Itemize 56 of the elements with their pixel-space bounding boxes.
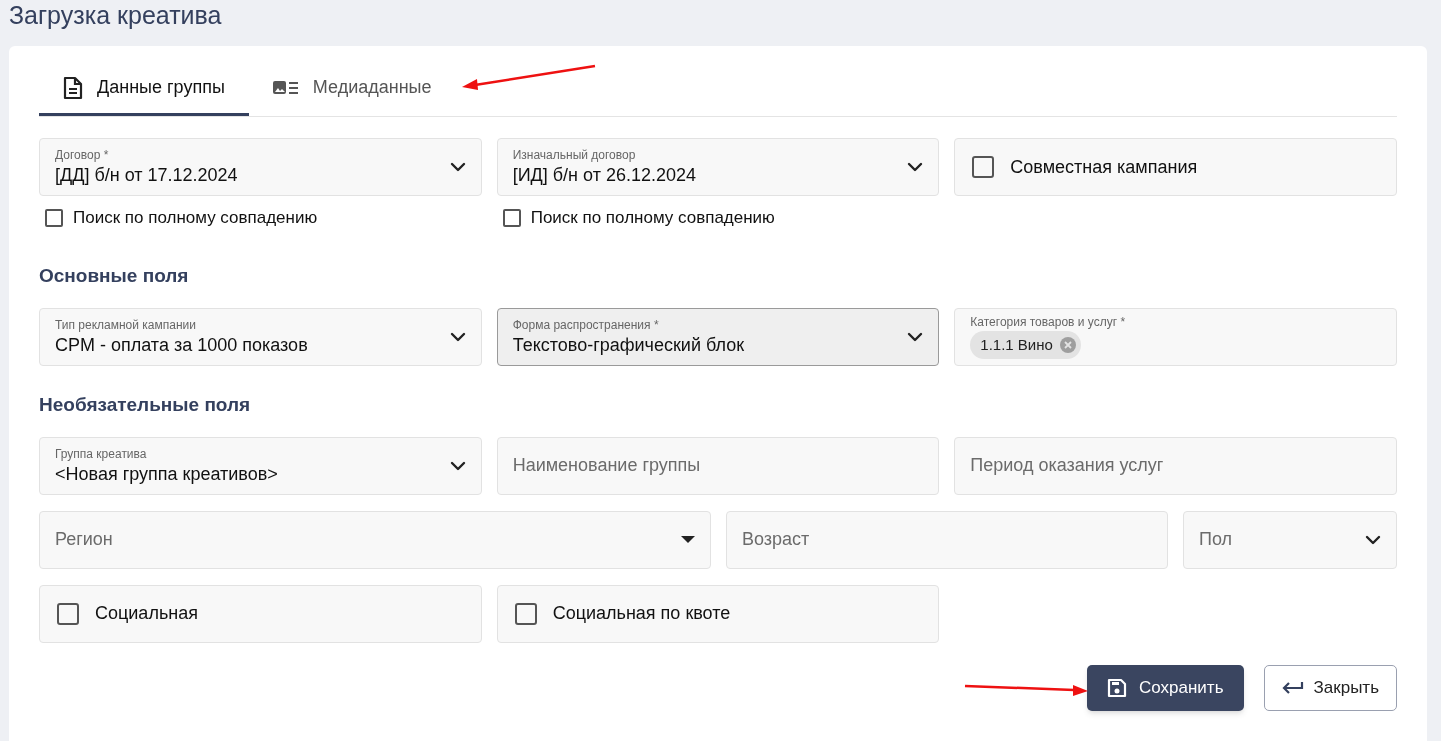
- section-heading: Необязательные поля: [39, 392, 252, 417]
- select-field[interactable]: Пол: [1183, 510, 1397, 569]
- document-icon: [63, 75, 83, 100]
- field-label: Договор *: [55, 147, 110, 163]
- field-label: Форма распространения *: [512, 316, 660, 333]
- checkbox-field[interactable]: Социальная по квоте: [496, 584, 940, 643]
- chevron-down-icon: [449, 460, 466, 471]
- checkbox[interactable]: [45, 208, 63, 227]
- chevron-down-icon: [449, 162, 466, 172]
- field-label: Изначальный договор: [512, 147, 637, 163]
- checkbox-label: Совместная кампания: [1010, 155, 1198, 179]
- tab[interactable]: Медиаданные: [248, 62, 456, 116]
- field-label: Категория товаров и услуг *: [970, 314, 1126, 330]
- section-heading: Основные поля: [39, 263, 190, 288]
- field-placeholder: Регион: [55, 528, 113, 551]
- checkbox[interactable]: [502, 208, 521, 227]
- checkbox-field[interactable]: Совместная кампания: [954, 138, 1397, 196]
- field-value: [ДД] б/н от 17.12.2024: [55, 164, 238, 187]
- input-field[interactable]: Возраст: [726, 510, 1168, 569]
- input-field[interactable]: Наименование группы: [496, 436, 940, 495]
- tab[interactable]: Данные группы: [39, 62, 249, 116]
- checkbox-label: Социальная: [95, 602, 198, 625]
- checkbox-field[interactable]: Социальная: [39, 584, 482, 643]
- chevron-down-icon: [907, 162, 924, 172]
- checkbox-label: Поиск по полному совпадению: [530, 207, 775, 229]
- checkbox-label: Поиск по полному совпадению: [73, 207, 318, 229]
- save-button[interactable]: Сохранить: [1087, 664, 1244, 711]
- input-field[interactable]: Период оказания услуг: [954, 436, 1397, 495]
- page-title: Загрузка креатива: [8, 0, 223, 30]
- select-field[interactable]: Форма распространения * Текстово-графический блок: [496, 307, 940, 366]
- caret-down-icon: [681, 536, 695, 543]
- select-field[interactable]: Договор * [ДД] б/н от 17.12.2024: [39, 138, 482, 196]
- chevron-down-icon: [907, 331, 924, 342]
- checkbox[interactable]: [514, 602, 537, 625]
- close-button[interactable]: Закрыть: [1263, 664, 1397, 711]
- checkbox[interactable]: [57, 602, 79, 625]
- field-value: Текстово-графический блок: [512, 333, 745, 357]
- select-field[interactable]: Группа креатива <Новая группа креативов>: [39, 436, 482, 495]
- combo-box[interactable]: Регион: [39, 510, 711, 569]
- checkbox-label: Социальная по квоте: [552, 602, 731, 625]
- field-placeholder: Пол: [1199, 528, 1233, 551]
- image-list-icon: [272, 79, 299, 96]
- return-arrow-icon: [1281, 680, 1304, 695]
- multi-select-field[interactable]: Категория товаров и услуг * 1.1.1 Вино: [954, 307, 1397, 366]
- select-field[interactable]: Изначальный договор [ИД] б/н от 26.12.2024: [496, 138, 940, 196]
- field-value: [ИД] б/н от 26.12.2024: [512, 164, 696, 187]
- checkbox[interactable]: [972, 156, 995, 178]
- select-field[interactable]: Тип рекламной кампании CPM - оплата за 1000 показов: [39, 307, 482, 366]
- chip-label: 1.1.1 Вино: [980, 334, 1053, 355]
- field-label: Тип рекламной кампании: [55, 316, 197, 333]
- chip[interactable]: 1.1.1 Вино: [970, 331, 1081, 359]
- chevron-down-icon: [449, 331, 466, 342]
- chevron-down-icon: [1365, 534, 1381, 545]
- field-value: CPM - оплата за 1000 показов: [55, 333, 308, 357]
- field-label: Группа креатива: [55, 445, 148, 462]
- field-value: <Новая группа креативов>: [55, 462, 278, 486]
